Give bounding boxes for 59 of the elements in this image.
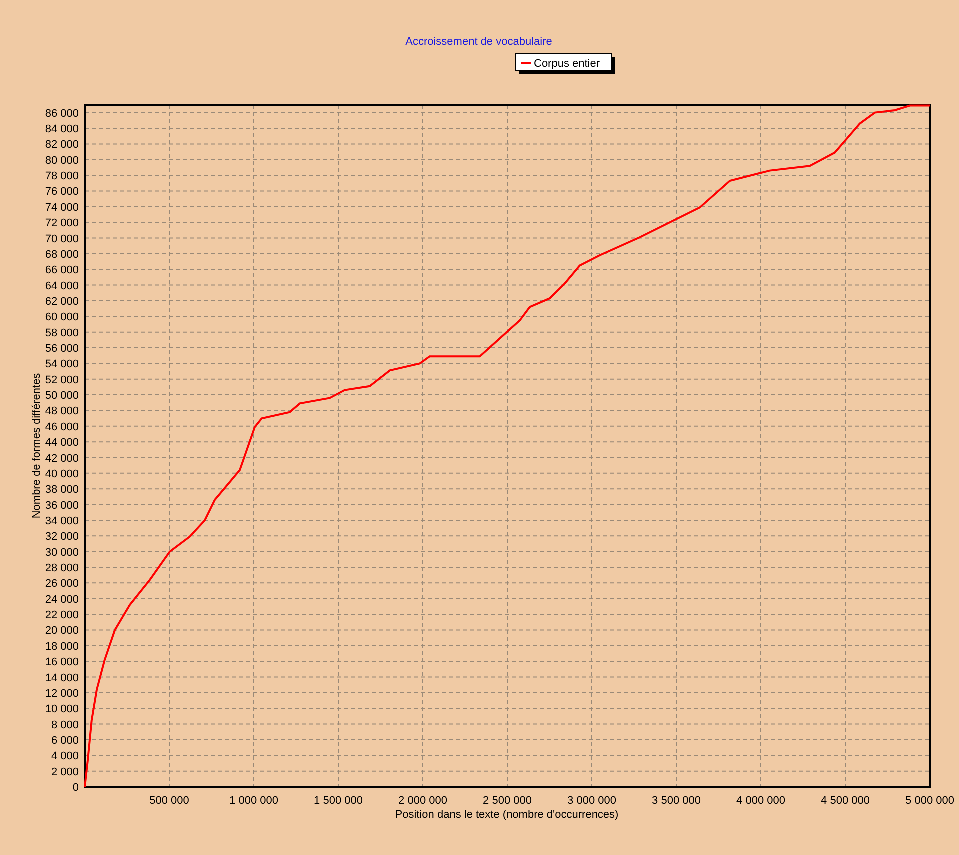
- x-tick-label: 5 000 000: [906, 795, 954, 807]
- legend-label: Corpus entier: [534, 58, 600, 70]
- y-tick-label: 80 000: [45, 154, 79, 167]
- y-tick-label: 16 000: [45, 656, 79, 669]
- y-tick-label: 34 000: [45, 515, 79, 528]
- y-tick-label: 66 000: [45, 264, 79, 277]
- y-tick-label: 38 000: [45, 484, 79, 496]
- x-tick-label: 2 000 000: [398, 795, 448, 807]
- y-tick-label: 70 000: [45, 233, 79, 246]
- x-tick-label: 2 500 000: [483, 795, 532, 807]
- y-tick-label: 48 000: [45, 406, 79, 418]
- y-tick-label: 10 000: [45, 704, 79, 716]
- y-tick-label: 74 000: [45, 202, 79, 214]
- y-tick-label: 84 000: [45, 124, 79, 136]
- x-tick-label: 1 500 000: [314, 795, 363, 807]
- y-tick-label: 76 000: [45, 186, 79, 198]
- y-tick-label: 64 000: [45, 280, 79, 292]
- x-axis-label: Position dans le texte (nombre d'occurrences): [395, 809, 619, 821]
- y-tick-label: 68 000: [45, 248, 79, 261]
- y-tick-label: 40 000: [45, 468, 79, 480]
- y-tick-label: 22 000: [45, 610, 79, 622]
- y-tick-label: 78 000: [45, 170, 79, 183]
- y-tick-label: 18 000: [45, 640, 79, 653]
- y-tick-label: 30 000: [45, 546, 79, 559]
- y-tick-label: 50 000: [45, 390, 79, 402]
- y-tick-label: 26 000: [45, 578, 79, 590]
- y-tick-label: 58 000: [45, 327, 79, 340]
- x-tick-label: 4 000 000: [736, 795, 786, 807]
- y-tick-label: 52 000: [45, 374, 79, 386]
- y-tick-label: 0: [72, 782, 79, 794]
- y-tick-label: 6 000: [51, 734, 79, 747]
- y-tick-label: 8 000: [51, 719, 79, 732]
- y-tick-label: 44 000: [45, 437, 79, 450]
- y-tick-label: 24 000: [45, 594, 79, 606]
- y-tick-label: 4 000: [51, 750, 79, 763]
- y-tick-label: 12 000: [45, 688, 79, 700]
- y-axis-label: Nombre de formes différentes: [31, 373, 43, 519]
- x-tick-label: 1 000 000: [230, 795, 278, 807]
- y-tick-label: 62 000: [45, 296, 79, 308]
- x-tick-label: 500 000: [150, 795, 190, 807]
- legend: Corpus entier: [516, 54, 615, 74]
- y-tick-label: 46 000: [45, 421, 79, 434]
- y-tick-label: 36 000: [45, 500, 79, 512]
- y-tick-label: 42 000: [45, 452, 79, 465]
- y-tick-label: 82 000: [45, 139, 79, 152]
- x-tick-label: 3 000 000: [568, 795, 616, 807]
- x-tick-label: 3 500 000: [652, 795, 701, 807]
- y-tick-label: 60 000: [45, 312, 79, 324]
- y-tick-label: 56 000: [45, 343, 79, 355]
- y-tick-label: 86 000: [45, 108, 79, 120]
- y-tick-label: 32 000: [45, 531, 79, 544]
- y-tick-label: 20 000: [45, 625, 79, 638]
- y-tick-label: 14 000: [45, 672, 79, 684]
- x-tick-label: 4 500 000: [821, 795, 870, 807]
- y-tick-label: 28 000: [45, 562, 79, 574]
- y-tick-label: 2 000: [51, 766, 79, 778]
- chart-title: Accroissement de vocabulaire: [406, 36, 552, 48]
- y-tick-label: 72 000: [45, 218, 79, 230]
- y-tick-label: 54 000: [45, 358, 79, 371]
